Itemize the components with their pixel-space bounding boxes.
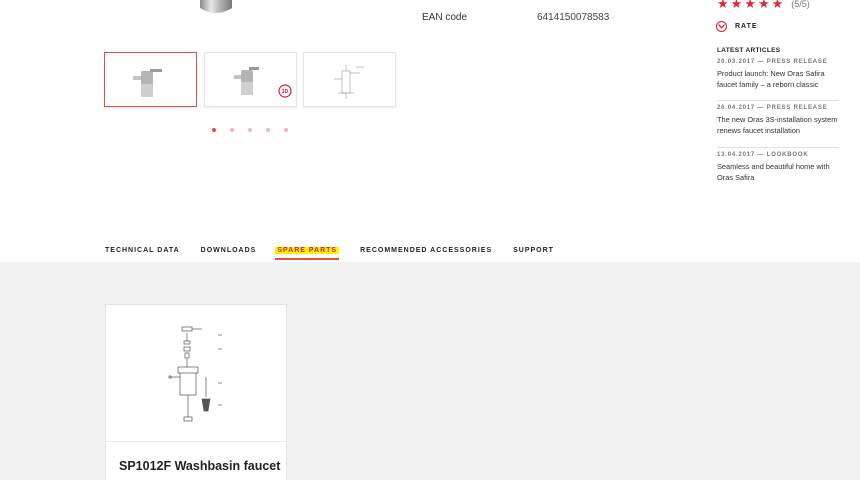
- thumbnail-faucet-drawing[interactable]: [303, 52, 396, 107]
- gallery-dot-2[interactable]: [230, 128, 234, 132]
- spare-part-card[interactable]: SP1012F Washbasin faucet: [105, 304, 287, 480]
- star-icon: ★: [757, 0, 770, 11]
- product-tabs: TECHNICAL DATA DOWNLOADS SPARE PARTS REC…: [105, 247, 575, 260]
- article-item[interactable]: 20.03.2017 — PRESS RELEASE Product launc…: [717, 59, 838, 101]
- faucet-icon: [133, 69, 162, 97]
- spare-part-drawing: [106, 305, 286, 442]
- article-item[interactable]: 26.04.2017 — PRESS RELEASE The new Oras …: [717, 105, 838, 148]
- tab-spare-parts[interactable]: SPARE PARTS: [275, 247, 340, 260]
- rate-button[interactable]: RATE: [716, 21, 758, 32]
- article-title[interactable]: The new Oras 3S-installation system rene…: [717, 114, 838, 136]
- ean-label: EAN code: [422, 12, 468, 23]
- article-item[interactable]: 13.04.2017 — LOOKBOOK Seamless and beaut…: [717, 152, 838, 188]
- spare-part-title[interactable]: SP1012F Washbasin faucet: [119, 459, 280, 473]
- star-icon: ★: [730, 0, 743, 11]
- gallery-dot-3[interactable]: [248, 128, 252, 132]
- rating-stars: ★ ★ ★ ★ ★ (5/5): [717, 0, 810, 10]
- article-meta: 13.04.2017 — LOOKBOOK: [717, 152, 809, 158]
- tab-downloads[interactable]: DOWNLOADS: [201, 247, 257, 254]
- faucet-3d-icon: 3D: [234, 67, 292, 98]
- star-icon: ★: [771, 0, 784, 11]
- thumbnail-faucet-front[interactable]: [104, 52, 197, 107]
- rating-count: (5/5): [791, 0, 810, 9]
- tab-technical-data[interactable]: TECHNICAL DATA: [105, 247, 180, 254]
- gallery-dot-1[interactable]: [212, 128, 216, 132]
- chevron-down-icon: [716, 21, 727, 32]
- rate-label: RATE: [735, 23, 758, 30]
- tab-support[interactable]: SUPPORT: [513, 247, 554, 254]
- article-title[interactable]: Product launch: New Oras Safira faucet f…: [717, 68, 838, 90]
- svg-text:3D: 3D: [282, 89, 289, 95]
- star-icon: ★: [744, 0, 756, 11]
- tab-recommended-accessories[interactable]: RECOMMENDED ACCESSORIES: [360, 247, 492, 254]
- latest-articles-heading: LATEST ARTICLES: [717, 47, 781, 54]
- gallery-dot-5[interactable]: [284, 128, 288, 132]
- star-icon: ★: [717, 0, 729, 11]
- article-meta: 20.03.2017 — PRESS RELEASE: [717, 59, 828, 65]
- product-main-image: [192, 0, 240, 16]
- article-title[interactable]: Seamless and beautiful home with Oras Sa…: [717, 161, 838, 183]
- gallery-dot-4[interactable]: [266, 128, 270, 132]
- thumbnail-faucet-3d[interactable]: 3D: [204, 52, 297, 107]
- technical-drawing-icon: [334, 65, 364, 99]
- ean-value: 6414150078583: [537, 12, 610, 23]
- article-meta: 26.04.2017 — PRESS RELEASE: [717, 105, 828, 111]
- gallery-pagination: [212, 128, 288, 132]
